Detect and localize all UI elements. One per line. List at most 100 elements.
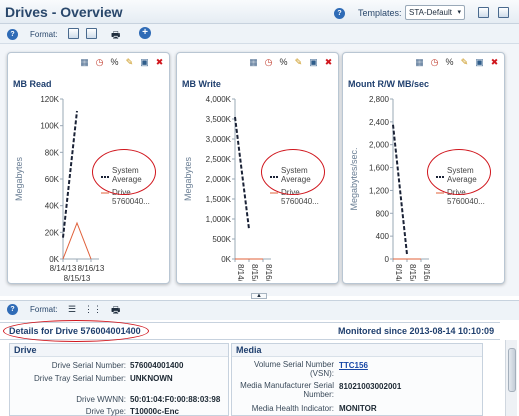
edit-pencil-icon[interactable]: ✎ [459,57,470,68]
edit-pencil-icon[interactable]: ✎ [293,57,304,68]
export-icon[interactable]: ▣ [474,57,485,68]
chart-card: ▦ ◷% ✎ ▣ ✖ MB Write 0K 500K 1,000K 1,500K 2,000K 2,… [176,52,339,284]
y-tick-label: 1,500K [206,195,232,204]
date-range-icon[interactable]: ▦ [79,57,90,68]
print-icon[interactable]: 🖶 [111,303,122,316]
y-tick-label: 0K [49,255,59,264]
print-icon[interactable]: 🖶 [111,28,122,41]
chart-card: ▦ ◷% ✎ ▣ ✖ MB Read 0K 20K 40K 60K 80K 100K 120K 8/14/… [7,52,170,284]
y-tick-label: 100K [40,122,59,131]
y-tick-label: 4,000K [206,95,232,104]
y-tick-label: 500K [212,235,231,244]
x-tick-label: 8/16/13 [78,264,105,273]
series-line-drive [62,221,92,260]
y-tick-label: 1,600 [369,164,390,173]
export-icon[interactable]: ▣ [308,57,319,68]
x-tick-label: 8/15/13 [64,274,91,281]
y-tick-label: 2,000 [369,141,390,150]
date-range-icon[interactable]: ▦ [248,57,259,68]
chart-title: MB Write [182,79,221,89]
y-tick-label: 2,500K [206,155,232,164]
details-scrollbar[interactable] [505,340,517,416]
y-tick-label: 80K [45,148,60,157]
chevron-down-icon: ▾ [457,9,461,16]
details-toolbar [0,300,519,320]
y-tick-label: 20K [45,228,60,237]
help-icon[interactable]: ? [7,29,18,40]
list-view-icon[interactable]: ☰ [68,304,76,315]
y-tick-label: 800 [376,209,390,218]
y-tick-label: 400 [376,232,390,241]
highlight-circle [261,149,325,195]
chart-card-toolbar: ▦ ◷% ✎ ▣ ✖ [248,57,334,68]
clock-icon[interactable]: ◷ [94,57,105,68]
percent-icon[interactable]: % [278,57,289,68]
highlight-circle [427,149,491,195]
x-tick-label: 8/15/13 [408,264,417,281]
date-range-icon[interactable]: ▦ [414,57,425,68]
y-axis-label: Megabytes/sec. [349,147,359,210]
y-axis-label: Megabytes [14,156,24,201]
x-tick-label: 8/16/13 [422,264,431,281]
percent-icon[interactable]: % [109,57,120,68]
templates-select[interactable]: STA-Default ▾ [405,5,465,20]
drive-serial-value: 576004001400 [130,361,184,370]
media-health-label: Media Health Indicator: [251,404,334,413]
edit-pencil-icon[interactable]: ✎ [124,57,135,68]
chart-title: MB Read [13,79,52,89]
media-section-header: Media [232,344,482,357]
details-format-label: Format: [30,305,58,314]
chart-title: Mount R/W MB/sec [348,79,429,89]
series-line-system-average [62,110,78,238]
y-tick-label: 60K [45,175,60,184]
media-mfr-serial-label: Media Manufacturer Serial Number: [240,381,334,399]
y-tick-label: 1,200 [369,186,390,195]
layout-columns-icon[interactable] [86,28,97,39]
drive-serial-label: Drive Serial Number: [51,361,126,370]
vsn-link[interactable]: TTC156 [339,361,368,370]
chart-card: ▦ ◷% ✎ ▣ ✖ Mount R/W MB/sec 0 400 800 1,200 1,600 2… [342,52,505,284]
monitored-since: Monitored since 2013-08-14 10:10:09 [338,326,495,336]
drive-tray-serial-value: UNKNOWN [130,374,173,383]
y-tick-label: 0K [221,255,231,264]
close-icon[interactable]: ✖ [489,57,500,68]
close-icon[interactable]: ✖ [154,57,165,68]
y-tick-label: 40K [45,202,60,211]
y-tick-label: 2,400 [369,118,390,127]
clock-icon[interactable]: ◷ [263,57,274,68]
layout-grid-icon[interactable] [68,28,79,39]
series-line-system-average [392,124,408,255]
close-icon[interactable]: ✖ [323,57,334,68]
x-tick-label: 8/14/13 [236,264,245,281]
percent-icon[interactable]: % [444,57,455,68]
help-icon[interactable]: ? [334,8,345,19]
highlight-circle [92,149,156,195]
add-chart-icon[interactable]: + [139,27,151,39]
y-tick-label: 0 [385,255,390,264]
vsn-label: Volume Serial Number (VSN): [253,360,334,378]
panel-splitter[interactable]: ▲ [251,293,267,299]
templates-label: Templates: [358,8,402,18]
drive-type-label: Drive Type: [85,407,126,416]
format-label: Format: [30,30,58,39]
save-template-icon[interactable] [478,7,489,18]
y-axis-label: Megabytes [183,156,193,201]
clock-icon[interactable]: ◷ [429,57,440,68]
page-title: Drives - Overview [5,4,123,20]
drive-wwnn-label: Drive WWNN: [76,395,126,404]
drive-tray-serial-label: Drive Tray Serial Number: [33,374,126,383]
y-tick-label: 3,500K [206,115,232,124]
manage-templates-icon[interactable] [498,7,509,18]
media-health-value: MONITOR [339,404,377,413]
export-icon[interactable]: ▣ [139,57,150,68]
help-icon[interactable]: ? [7,304,18,315]
series-line-system-average [234,116,250,230]
x-tick-label: 8/16/13 [264,264,273,281]
x-tick-label: 8/14/13 [394,264,403,281]
highlight-circle [3,320,149,342]
y-tick-label: 3,000K [206,135,232,144]
media-mfr-serial-value: 81021003002001 [339,382,402,391]
detail-view-icon[interactable]: ⋮⋮ [84,304,102,315]
scrollbar-thumb[interactable] [508,348,516,392]
drive-wwnn-value: 50:01:04:F0:00:88:03:98 [130,395,221,404]
